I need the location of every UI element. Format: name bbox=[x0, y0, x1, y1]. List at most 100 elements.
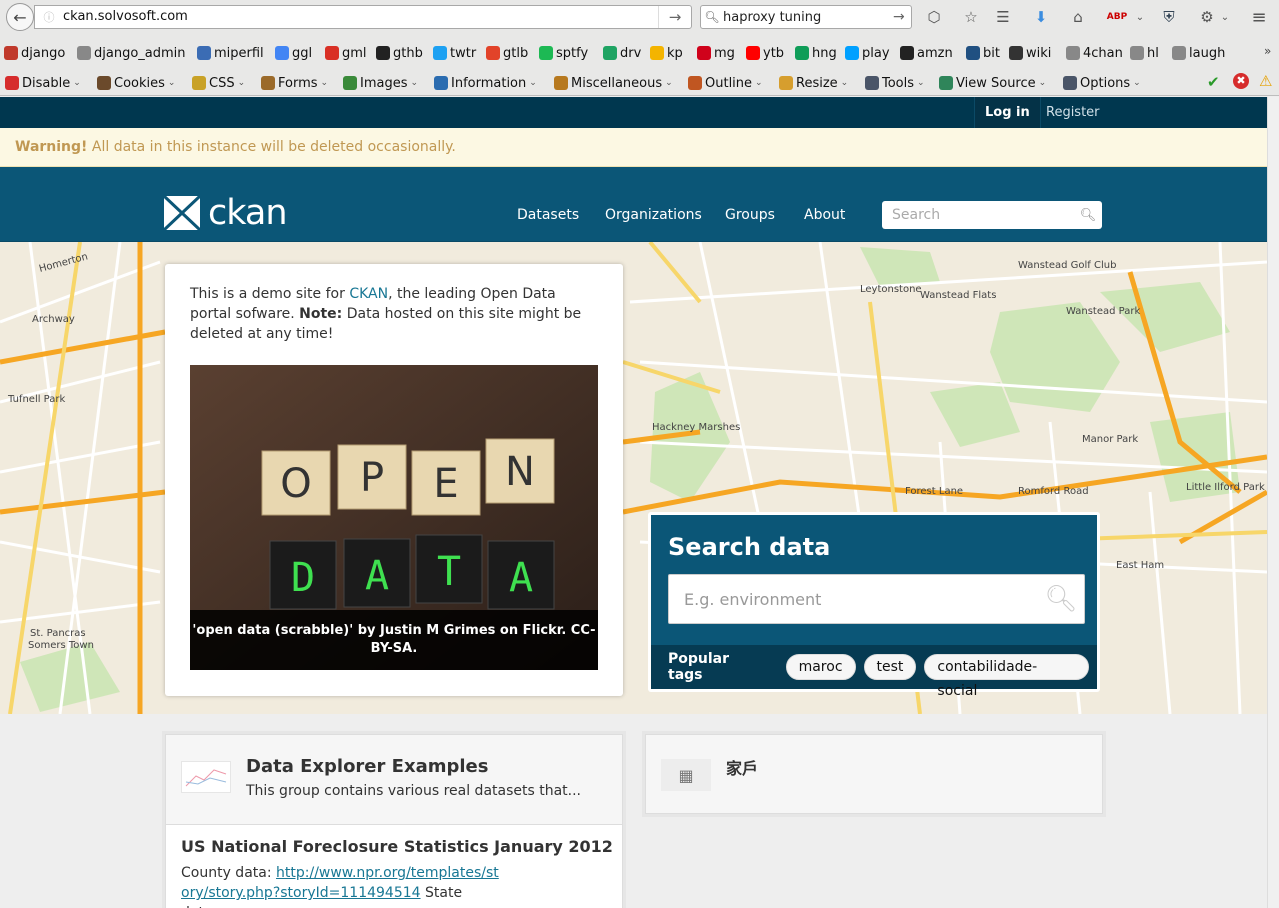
search-icon[interactable]: 🔍︎ bbox=[1074, 208, 1102, 223]
bookmark-bit[interactable]: bit bbox=[966, 44, 1000, 62]
scrabble-tile-letter: E bbox=[433, 461, 458, 507]
webdev-menu-view-source[interactable]: View Source ⌄ bbox=[939, 74, 1046, 92]
group-description: This group contains various real dataset… bbox=[246, 783, 582, 799]
back-button[interactable]: ← bbox=[6, 3, 34, 31]
bookmark-wiki[interactable]: wiki bbox=[1009, 44, 1051, 62]
webdev-menu-information[interactable]: Information ⌄ bbox=[434, 74, 537, 92]
bookmark-label: hl bbox=[1147, 45, 1159, 61]
chevron-down-icon[interactable]: ⌄ bbox=[1214, 7, 1236, 27]
map-label: Wanstead Park bbox=[1066, 306, 1140, 317]
bookmark-label: kp bbox=[667, 45, 683, 61]
bookmark-gthb[interactable]: gthb bbox=[376, 44, 423, 62]
reading-list-icon[interactable]: ☰ bbox=[992, 7, 1014, 27]
webdev-menu-disable[interactable]: Disable ⌄ bbox=[5, 74, 81, 92]
login-link[interactable]: Log in bbox=[974, 97, 1041, 128]
map-label: Wanstead Flats bbox=[920, 290, 996, 301]
info-icon[interactable]: ⓘ bbox=[35, 9, 63, 25]
nav-datasets[interactable]: Datasets bbox=[517, 207, 579, 223]
bookmark-label: miperfil bbox=[214, 45, 264, 61]
search-icon: 🔍︎ bbox=[704, 10, 720, 24]
bookmark-label: bit bbox=[983, 45, 1000, 61]
webdev-menu-options[interactable]: Options ⌄ bbox=[1063, 74, 1141, 92]
chevron-down-icon[interactable]: ⌄ bbox=[1129, 7, 1151, 27]
css-icon bbox=[192, 76, 206, 90]
open-data-image: O P E N D A T A 'open data (scrabble)' by Just… bbox=[190, 365, 598, 670]
tag-pill[interactable]: maroc bbox=[785, 654, 856, 680]
organization-card[interactable]: ▦ 家戶 bbox=[645, 734, 1103, 814]
bookmark-4chan[interactable]: 4chan bbox=[1066, 44, 1123, 62]
group-card-header[interactable]: Data Explorer Examples This group contai… bbox=[166, 735, 622, 825]
tag-pill[interactable]: contabilidade-social bbox=[924, 654, 1089, 699]
url-text[interactable]: ckan.solvosoft.com bbox=[63, 6, 659, 28]
browser-search-text[interactable]: haproxy tuning bbox=[723, 10, 893, 25]
webdev-menu-resize[interactable]: Resize ⌄ bbox=[779, 74, 848, 92]
downloads-icon[interactable]: ⬇ bbox=[1030, 7, 1052, 27]
map-label: Tufnell Park bbox=[7, 394, 65, 405]
bookmark-gtlb[interactable]: gtlb bbox=[486, 44, 528, 62]
bookmark-django[interactable]: django bbox=[4, 44, 65, 62]
outline-icon bbox=[688, 76, 702, 90]
bookmark-star-icon[interactable]: ☆ bbox=[960, 7, 982, 27]
webdev-menu-tools[interactable]: Tools ⌄ bbox=[865, 74, 925, 92]
bookmark-laugh[interactable]: laugh bbox=[1172, 44, 1225, 62]
bookmark-label: gml bbox=[342, 45, 367, 61]
images-icon bbox=[343, 76, 357, 90]
bookmark-label: sptfy bbox=[556, 45, 589, 61]
tag-pill[interactable]: test bbox=[863, 654, 917, 680]
chevron-down-icon: ⌄ bbox=[73, 78, 81, 88]
nav-about[interactable]: About bbox=[804, 207, 845, 223]
url-bar[interactable]: ⓘ ckan.solvosoft.com → bbox=[34, 5, 692, 29]
bookmark-hng[interactable]: hng bbox=[795, 44, 837, 62]
account-masthead: Log in Register bbox=[0, 97, 1267, 128]
bookmark-ggl[interactable]: ggl bbox=[275, 44, 312, 62]
search-data-input[interactable]: E.g. environment 🔍︎ bbox=[668, 574, 1085, 624]
error-icon[interactable]: ✖ bbox=[1233, 73, 1249, 89]
bookmark-django_admin[interactable]: django_admin bbox=[77, 44, 186, 62]
nav-organizations[interactable]: Organizations bbox=[605, 207, 702, 223]
bookmark-drv[interactable]: drv bbox=[603, 44, 641, 62]
search-icon[interactable]: 🔍︎ bbox=[1038, 584, 1084, 614]
hamburger-menu-icon[interactable]: ≡ bbox=[1248, 7, 1270, 28]
site-search-input[interactable]: Search 🔍︎ bbox=[882, 201, 1102, 229]
group-title[interactable]: Data Explorer Examples bbox=[246, 756, 488, 777]
organization-title[interactable]: 家戶 bbox=[726, 755, 758, 779]
webdev-menu-cookies[interactable]: Cookies ⌄ bbox=[97, 74, 175, 92]
bookmark-mg[interactable]: mg bbox=[697, 44, 735, 62]
bookmark-play[interactable]: play bbox=[845, 44, 890, 62]
ckan-logo[interactable]: ckan bbox=[164, 193, 288, 233]
webdev-menu-label: Miscellaneous bbox=[571, 75, 663, 91]
webdev-menu-forms[interactable]: Forms ⌄ bbox=[261, 74, 328, 92]
bookmark-miperfil[interactable]: miperfil bbox=[197, 44, 264, 62]
ckan-link[interactable]: CKAN bbox=[349, 286, 388, 302]
bookmark-hl[interactable]: hl bbox=[1130, 44, 1159, 62]
webdev-menu-outline[interactable]: Outline ⌄ bbox=[688, 74, 763, 92]
bookmark-amzn[interactable]: amzn bbox=[900, 44, 953, 62]
webdev-menu-css[interactable]: CSS ⌄ bbox=[192, 74, 245, 92]
hero-section: Homerton Archway Tufnell Park Leytonston… bbox=[0, 242, 1267, 714]
bookmark-gml[interactable]: gml bbox=[325, 44, 367, 62]
page-scrollbar[interactable] bbox=[1267, 97, 1279, 908]
bookmark-sptfy[interactable]: sptfy bbox=[539, 44, 588, 62]
webdev-menu-miscellaneous[interactable]: Miscellaneous ⌄ bbox=[554, 74, 673, 92]
pocket-icon[interactable]: ⬡ bbox=[923, 7, 945, 27]
warning-icon[interactable]: ⚠ bbox=[1259, 72, 1272, 90]
bookmark-ytb[interactable]: ytb bbox=[746, 44, 784, 62]
group-card: Data Explorer Examples This group contai… bbox=[165, 734, 623, 908]
browser-search-bar[interactable]: 🔍︎ haproxy tuning → bbox=[700, 5, 912, 29]
bookmark-twtr[interactable]: twtr bbox=[433, 44, 476, 62]
nav-groups[interactable]: Groups bbox=[725, 207, 775, 223]
bookmark-kp[interactable]: kp bbox=[650, 44, 683, 62]
chevron-down-icon: ⌄ bbox=[320, 78, 329, 88]
webdev-menu-images[interactable]: Images ⌄ bbox=[343, 74, 418, 92]
scrabble-tile-letter: A bbox=[509, 555, 533, 601]
dataset-title[interactable]: US National Foreclosure Statistics Janua… bbox=[181, 837, 613, 856]
adblock-icon[interactable]: ABP bbox=[1106, 7, 1128, 27]
register-link[interactable]: Register bbox=[1036, 97, 1110, 128]
search-go-icon[interactable]: → bbox=[893, 9, 911, 25]
chevron-right-icon[interactable]: » bbox=[1264, 44, 1271, 58]
home-icon[interactable]: ⌂ bbox=[1067, 7, 1089, 27]
shield-icon[interactable]: ⛨ bbox=[1158, 7, 1180, 27]
popular-tags: Popular tags maroc test contabilidade-so… bbox=[651, 645, 1097, 699]
check-icon[interactable]: ✔ bbox=[1207, 73, 1220, 91]
go-arrow-icon[interactable]: → bbox=[659, 8, 691, 26]
